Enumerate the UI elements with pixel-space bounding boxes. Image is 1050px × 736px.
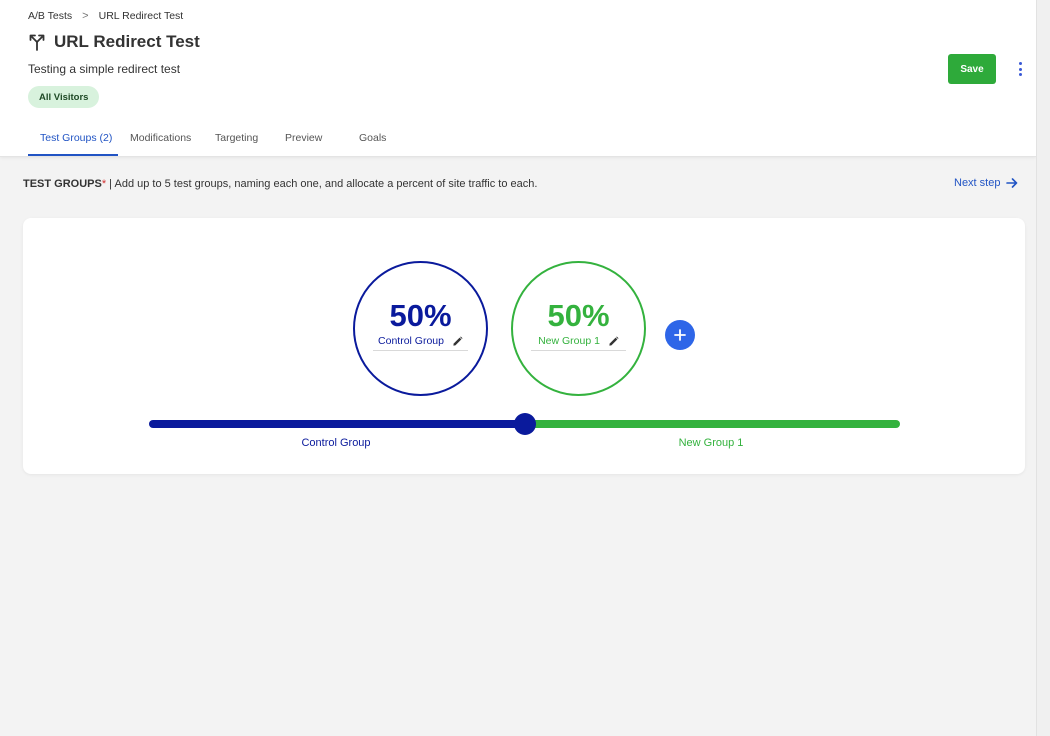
- next-step-label: Next step: [954, 177, 1001, 189]
- pencil-icon[interactable]: [608, 335, 619, 347]
- tab-preview[interactable]: Preview: [273, 128, 343, 156]
- arrow-right-icon: [1006, 178, 1018, 188]
- new-group-1-name-field[interactable]: New Group 1: [531, 335, 626, 351]
- tab-modifications[interactable]: Modifications: [118, 128, 203, 156]
- title-row: URL Redirect Test: [28, 32, 200, 52]
- tab-test-groups[interactable]: Test Groups (2): [28, 128, 118, 156]
- tab-goals[interactable]: Goals: [343, 128, 413, 156]
- traffic-split-slider[interactable]: [149, 413, 900, 435]
- section-description: | Add up to 5 test groups, naming each o…: [106, 178, 538, 190]
- tab-targeting[interactable]: Targeting: [203, 128, 273, 156]
- split-arrows-icon: [29, 34, 45, 51]
- section-heading: TEST GROUPS* | Add up to 5 test groups, …: [23, 178, 537, 190]
- audience-chip[interactable]: All Visitors: [28, 86, 100, 108]
- breadcrumb-current: URL Redirect Test: [98, 10, 184, 22]
- control-group-track: [149, 420, 525, 428]
- kebab-menu-icon[interactable]: [1014, 60, 1026, 78]
- breadcrumb-ab-tests[interactable]: A/B Tests: [28, 10, 72, 22]
- slider-handle[interactable]: [514, 413, 536, 435]
- breadcrumb: A/B Tests > URL Redirect Test: [28, 10, 183, 22]
- section-label: TEST GROUPS: [23, 178, 102, 190]
- control-group-circle: 50% Control Group: [353, 261, 488, 396]
- scrollbar-track[interactable]: [1036, 0, 1050, 736]
- test-groups-card: 50% Control Group 50% New Group 1 Contro…: [23, 218, 1025, 474]
- new-group-1-circle: 50% New Group 1: [511, 261, 646, 396]
- new-group-1-slider-label: New Group 1: [678, 437, 744, 449]
- new-group-1-name: New Group 1: [538, 335, 600, 347]
- page-title: URL Redirect Test: [54, 32, 200, 51]
- plus-icon: [674, 329, 686, 341]
- control-group-name-field[interactable]: Control Group: [373, 335, 468, 351]
- page-header: A/B Tests > URL Redirect Test URL Redire…: [0, 0, 1036, 157]
- control-group-percent: 50%: [389, 298, 452, 333]
- add-group-button[interactable]: [665, 320, 695, 350]
- tab-bar: Test Groups (2) Modifications Targeting …: [28, 128, 413, 156]
- breadcrumb-separator: >: [82, 10, 89, 22]
- new-group-1-percent: 50%: [547, 298, 610, 333]
- control-group-name: Control Group: [378, 335, 444, 347]
- save-button[interactable]: Save: [948, 54, 996, 84]
- pencil-icon[interactable]: [452, 335, 463, 347]
- next-step-link[interactable]: Next step: [954, 177, 1018, 189]
- new-group-1-track: [525, 420, 900, 428]
- test-description: Testing a simple redirect test: [28, 62, 181, 76]
- control-group-slider-label: Control Group: [301, 437, 371, 449]
